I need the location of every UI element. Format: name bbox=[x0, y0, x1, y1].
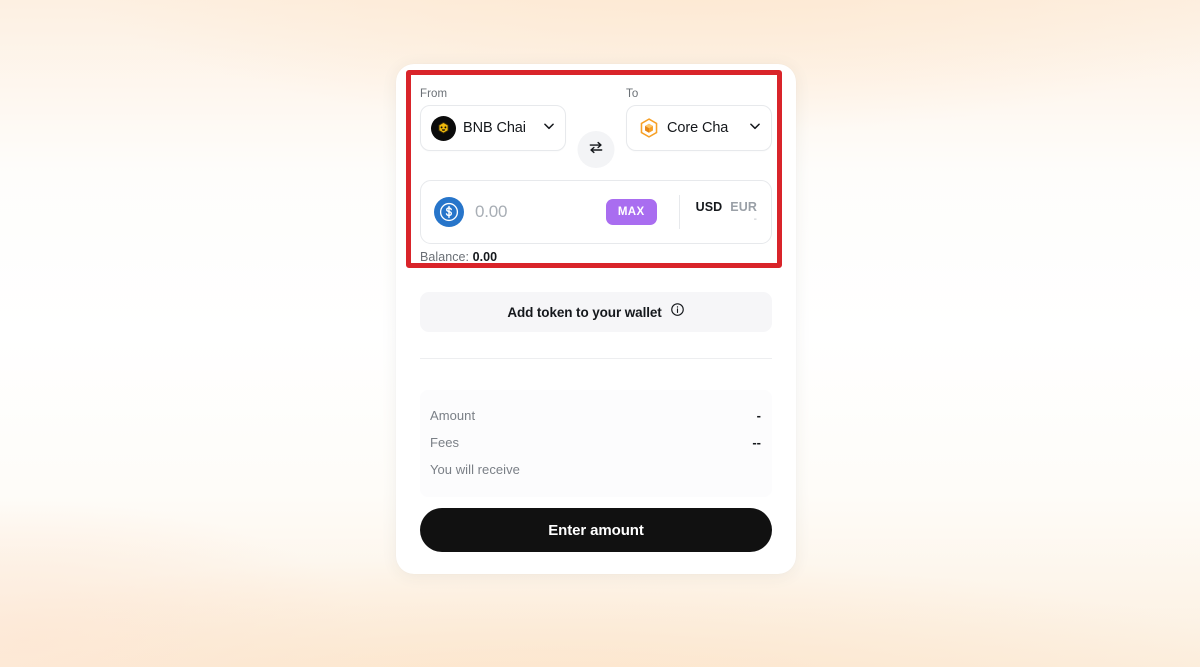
swap-chains-button[interactable] bbox=[577, 131, 615, 168]
to-label: To bbox=[626, 88, 639, 100]
to-chain-group: To Core Cha bbox=[626, 88, 772, 151]
info-circle-icon[interactable] bbox=[670, 302, 685, 322]
add-token-label: Add token to your wallet bbox=[507, 304, 662, 320]
balance-row: Balance: 0.00 bbox=[420, 250, 497, 264]
summary-row-you-will-receive: You will receive bbox=[430, 456, 761, 483]
summary-row-amount: Amount - bbox=[430, 402, 761, 429]
summary-value: - bbox=[756, 408, 761, 423]
swap-arrows-icon bbox=[588, 139, 605, 161]
summary-key: You will receive bbox=[430, 462, 520, 477]
balance-label: Balance: bbox=[420, 250, 470, 264]
core-chain-icon bbox=[637, 117, 660, 140]
summary-row-fees: Fees -- bbox=[430, 429, 761, 456]
balance-value: 0.00 bbox=[472, 250, 498, 264]
summary-key: Fees bbox=[430, 435, 460, 450]
summary-key: Amount bbox=[430, 408, 476, 423]
fiat-toggle: USD EUR - bbox=[694, 200, 757, 225]
section-divider bbox=[420, 358, 772, 359]
from-chain-name: BNB Chai bbox=[463, 120, 526, 136]
chevron-down-icon bbox=[542, 119, 556, 138]
chevron-down-icon bbox=[748, 119, 762, 138]
bnb-chain-icon bbox=[431, 115, 456, 141]
usdc-token-icon bbox=[434, 197, 464, 227]
amount-input-box: MAX USD EUR - bbox=[420, 180, 772, 244]
bridge-card: From BNB Chai To Core Cha 0.00 MAX USD E… bbox=[396, 64, 796, 574]
add-token-to-wallet-button[interactable]: Add token to your wallet bbox=[420, 292, 772, 332]
from-label: From bbox=[420, 88, 448, 100]
to-chain-name: Core Cha bbox=[667, 120, 729, 136]
max-button[interactable]: MAX bbox=[605, 199, 657, 225]
summary-value: -- bbox=[752, 435, 761, 450]
from-chain-select[interactable]: BNB Chai bbox=[420, 105, 566, 151]
fiat-option-usd[interactable]: USD bbox=[696, 200, 723, 214]
transaction-summary: Amount - Fees -- You will receive bbox=[420, 390, 772, 497]
to-chain-select[interactable]: Core Cha bbox=[626, 105, 772, 151]
enter-amount-button[interactable]: Enter amount bbox=[420, 508, 772, 552]
from-chain-group: From BNB Chai bbox=[420, 88, 566, 151]
fiat-option-eur[interactable]: EUR bbox=[730, 200, 757, 214]
chain-selector-row: From BNB Chai To Core Cha bbox=[420, 88, 772, 168]
amount-input[interactable] bbox=[475, 202, 595, 222]
fiat-converted-value: - bbox=[753, 213, 757, 225]
fiat-divider bbox=[678, 195, 680, 229]
